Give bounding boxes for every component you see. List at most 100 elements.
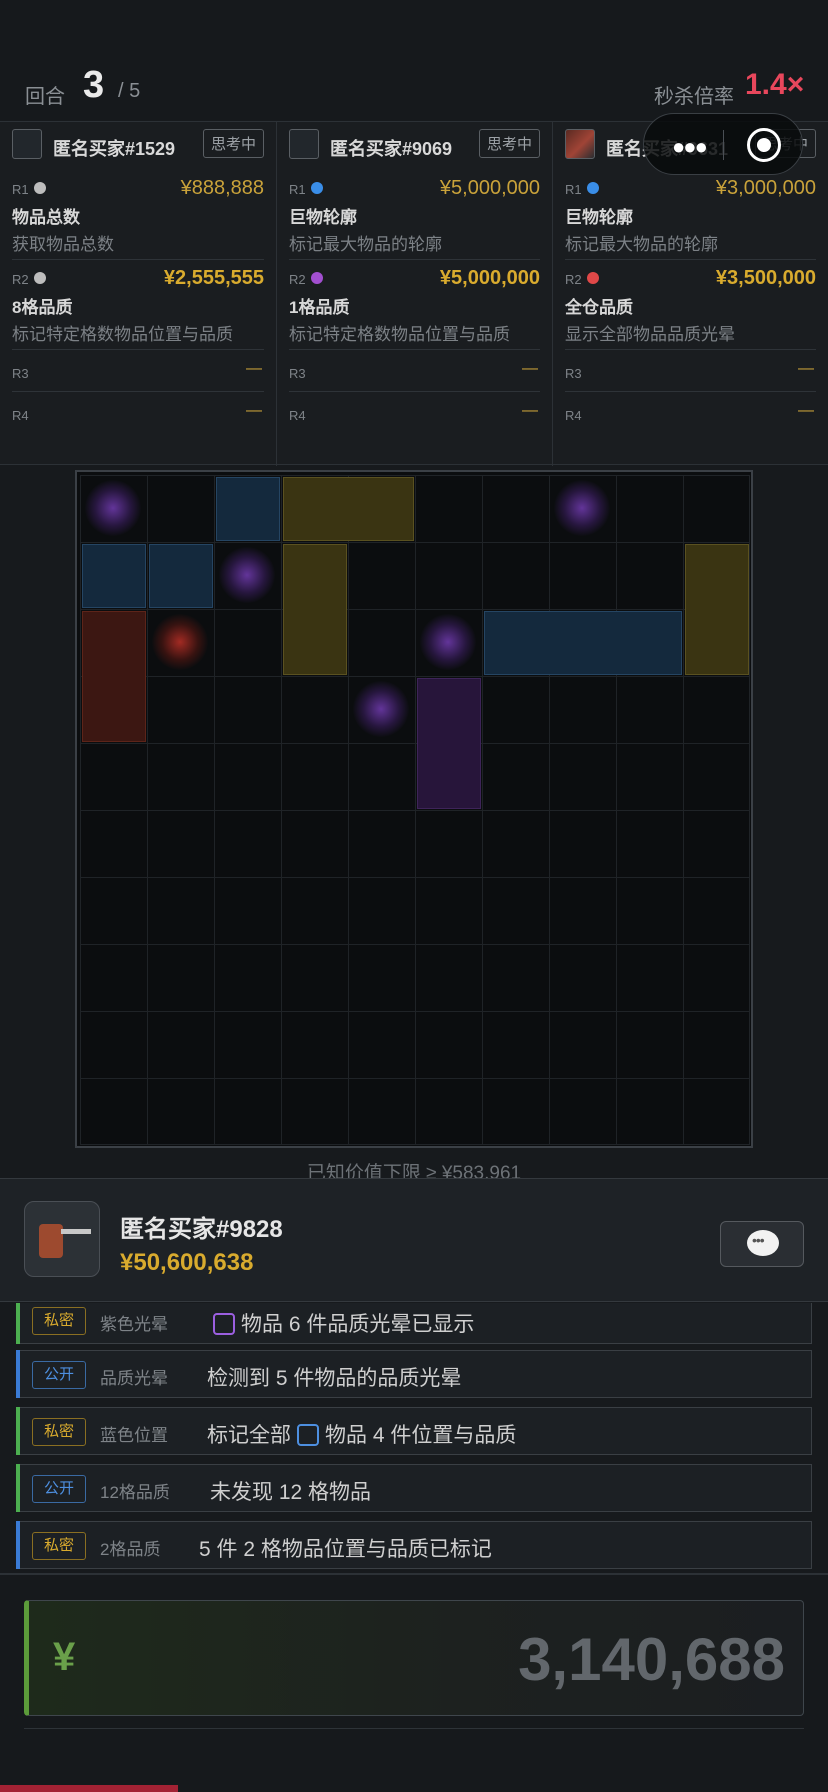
grid-item-yellow <box>283 544 347 675</box>
quality-dot-icon <box>34 272 46 284</box>
grid-item-purple <box>417 678 481 809</box>
drill-icon <box>24 1201 100 1277</box>
clue-desc: 标记特定格数物品位置与品质 <box>289 322 540 350</box>
round-1-row: R1 ¥5,000,000 巨物轮廓 标记最大物品的轮廓 <box>289 170 540 260</box>
empty-value: — <box>798 360 814 377</box>
log-text: 标记全部 物品 4 件位置与品质 <box>207 1424 517 1447</box>
log-text: 5 件 2 格物品位置与品质已标记 <box>199 1538 492 1561</box>
clue-title: 物品总数 <box>12 208 80 227</box>
log-text: 未发现 12 格物品 <box>210 1481 372 1504</box>
round-label: 回合 <box>25 86 65 108</box>
rate-label: 秒杀倍率 <box>654 86 734 108</box>
round-label: R2 <box>12 272 29 287</box>
buyer-status-badge: 思考中 <box>202 129 264 158</box>
empty-value: — <box>246 402 262 419</box>
blue-square-icon <box>297 1424 319 1446</box>
warehouse-grid <box>75 470 753 1148</box>
bid-value: 3,140,688 <box>518 1626 785 1693</box>
drill-icon <box>565 129 595 159</box>
more-icon[interactable]: ●●● <box>672 134 708 160</box>
mini-program-capsule: ●●● <box>643 113 803 175</box>
top-bar: 回合 3 / 5 秒杀倍率 1.4× <box>0 0 828 120</box>
bid-input[interactable]: ¥ 3,140,688 <box>24 1600 804 1716</box>
close-target-icon[interactable] <box>747 128 781 162</box>
quality-dot-icon <box>311 272 323 284</box>
log-text: 物品 6 件品质光晕已显示 <box>207 1308 474 1338</box>
quality-glow-purple <box>420 614 476 670</box>
currency-symbol: ¥ <box>53 1635 76 1679</box>
bid-price: ¥2,555,555 <box>163 267 264 289</box>
private-tag: 私密 <box>32 1418 86 1446</box>
clue-desc: 获取物品总数 <box>12 232 264 260</box>
grid-item-yellow <box>283 477 414 541</box>
clue-title: 8格品质 <box>12 298 73 317</box>
grid-item-red <box>82 611 146 742</box>
round-label: R1 <box>12 182 29 197</box>
clue-desc: 显示全部物品品质光晕 <box>565 322 816 350</box>
round-total: / 5 <box>118 80 141 102</box>
round-4-row: R4 — <box>565 392 816 434</box>
quality-glow-red <box>152 614 208 670</box>
round-label: R4 <box>565 408 582 423</box>
round-label: R4 <box>289 408 306 423</box>
log-entry: 私密 2格品质 5 件 2 格物品位置与品质已标记 <box>16 1521 812 1569</box>
clue-title: 巨物轮廓 <box>289 208 357 227</box>
quality-glow-purple <box>554 480 610 536</box>
event-log: 私密 紫色光晕 物品 6 件品质光晕已显示 公开 品质光晕 检测到 5 件物品的… <box>0 1303 828 1573</box>
round-label: R2 <box>565 272 582 287</box>
round-4-row: R4 — <box>12 392 264 434</box>
log-text: 检测到 5 件物品的品质光晕 <box>207 1367 462 1390</box>
empty-value: — <box>522 402 538 419</box>
bid-price: ¥888,888 <box>180 177 264 199</box>
player-money: ¥50,600,638 <box>120 1249 254 1276</box>
buyer-card: 匿名买家#1529 思考中 R1 ¥888,888 物品总数 获取物品总数 R2… <box>0 122 276 466</box>
round-1-row: R1 ¥888,888 物品总数 获取物品总数 <box>12 170 264 260</box>
grid-item-blue <box>149 544 213 608</box>
round-label: R1 <box>565 182 582 197</box>
quality-dot-icon <box>587 272 599 284</box>
buyer-status-badge: 思考中 <box>478 129 540 158</box>
round-4-row: R4 — <box>289 392 540 434</box>
public-tag: 公开 <box>32 1361 86 1389</box>
quality-dot-icon <box>587 182 599 194</box>
grid-item-blue <box>82 544 146 608</box>
chat-button[interactable] <box>720 1221 804 1267</box>
log-category: 紫色光晕 <box>100 1315 168 1334</box>
round-progress-bar <box>0 1785 178 1792</box>
bid-price: ¥3,000,000 <box>715 177 816 199</box>
round-2-row: R2 ¥5,000,000 1格品质 标记特定格数物品位置与品质 <box>289 260 540 350</box>
log-category: 品质光晕 <box>100 1369 168 1388</box>
empty-value: — <box>246 360 262 377</box>
empty-value: — <box>798 402 814 419</box>
bid-price: ¥5,000,000 <box>439 267 540 289</box>
clue-title: 1格品质 <box>289 298 350 317</box>
clue-desc: 标记最大物品的轮廓 <box>565 232 816 260</box>
round-1-row: R1 ¥3,000,000 巨物轮廓 标记最大物品的轮廓 <box>565 170 816 260</box>
round-3-row: R3 — <box>289 350 540 392</box>
grid-item-yellow <box>685 544 749 675</box>
round-label: R1 <box>289 182 306 197</box>
clue-desc: 标记特定格数物品位置与品质 <box>12 322 264 350</box>
round-3-row: R3 — <box>565 350 816 392</box>
quality-glow-purple <box>353 681 409 737</box>
player-bar: 匿名买家#9828 ¥50,600,638 <box>0 1178 828 1302</box>
flashlight-icon <box>12 129 42 159</box>
round-current: 3 <box>83 64 105 106</box>
log-entry: 私密 蓝色位置 标记全部 物品 4 件位置与品质 <box>16 1407 812 1455</box>
round-3-row: R3 — <box>12 350 264 392</box>
rate-value: 1.4× <box>745 68 805 101</box>
log-entry: 公开 品质光晕 检测到 5 件物品的品质光晕 <box>16 1350 812 1398</box>
round-2-row: R2 ¥3,500,000 全仓品质 显示全部物品品质光晕 <box>565 260 816 350</box>
clue-title: 巨物轮廓 <box>565 208 633 227</box>
round-label: R4 <box>12 408 29 423</box>
buyer-name: 匿名买家#1529 <box>53 139 176 159</box>
round-label: R3 <box>12 366 29 381</box>
quality-dot-icon <box>34 182 46 194</box>
bid-area: ¥ 3,140,688 <box>0 1573 828 1792</box>
round-label: R2 <box>289 272 306 287</box>
round-label: R3 <box>289 366 306 381</box>
private-tag: 私密 <box>32 1307 86 1335</box>
clue-title: 全仓品质 <box>565 298 633 317</box>
grid-cells <box>80 475 750 1145</box>
quality-glow-purple <box>85 480 141 536</box>
